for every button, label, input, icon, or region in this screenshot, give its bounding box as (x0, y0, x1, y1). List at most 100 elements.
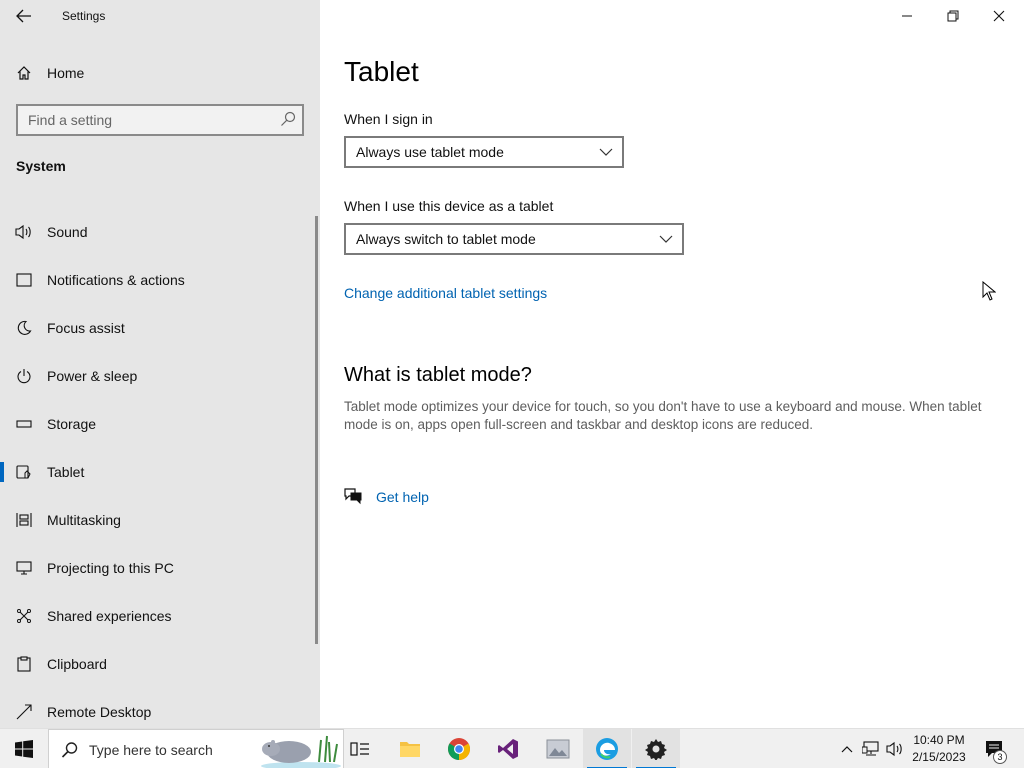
taskbar-search-placeholder: Type here to search (89, 742, 213, 758)
tablet-icon (15, 463, 33, 481)
close-icon (993, 10, 1005, 22)
section-heading: What is tablet mode? (344, 364, 532, 386)
notification-count-badge: 3 (993, 750, 1007, 764)
edge-button[interactable] (583, 729, 631, 768)
network-icon (862, 741, 879, 756)
windows-logo-icon (15, 740, 33, 758)
storage-icon (15, 415, 33, 433)
task-view-icon (350, 742, 369, 756)
app-title: Settings (62, 9, 106, 23)
sidebar-item-notifications[interactable]: Notifications & actions (0, 256, 314, 304)
sidebar-nav: Sound Notifications & actions Focus assi… (0, 208, 314, 736)
chrome-button[interactable] (435, 729, 483, 768)
help-chat-icon (344, 488, 362, 505)
sidebar-item-power-sleep[interactable]: Power & sleep (0, 352, 314, 400)
sidebar-item-storage[interactable]: Storage (0, 400, 314, 448)
sidebar-item-label: Notifications & actions (47, 272, 185, 288)
file-explorer-icon (400, 742, 420, 757)
sidebar-item-label: Focus assist (47, 320, 125, 336)
window-controls (884, 0, 1024, 32)
selection-indicator (0, 462, 4, 482)
multitasking-icon (15, 511, 33, 529)
sidebar-item-label: Tablet (47, 464, 85, 480)
volume-button[interactable] (884, 729, 906, 768)
sidebar-item-multitasking[interactable]: Multitasking (0, 496, 314, 544)
projecting-icon (15, 559, 33, 577)
restore-icon (947, 10, 959, 22)
get-help-link[interactable]: Get help (376, 489, 429, 505)
taskbar-search-box[interactable]: Type here to search (48, 729, 344, 768)
taskbar: Type here to search 10:40 PM 2/15/2023 3 (0, 728, 1024, 768)
tablet-use-label: When I use this device as a tablet (344, 198, 554, 214)
settings-window: Settings Home System Sound (0, 0, 1024, 768)
tablet-mode-description: Tablet mode optimizes your device for to… (344, 399, 982, 432)
close-button[interactable] (976, 0, 1022, 32)
sidebar-item-projecting[interactable]: Projecting to this PC (0, 544, 314, 592)
back-arrow-icon (16, 9, 31, 23)
moon-icon (15, 319, 33, 337)
sidebar: Settings Home System Sound (0, 0, 320, 728)
clock-time: 10:40 PM (913, 733, 965, 747)
chrome-icon (448, 738, 470, 760)
sidebar-item-sound[interactable]: Sound (0, 208, 314, 256)
mouse-cursor-icon (982, 281, 996, 301)
settings-search-box[interactable] (16, 104, 304, 136)
sidebar-item-shared-experiences[interactable]: Shared experiences (0, 592, 314, 640)
clock-date: 2/15/2023 (912, 750, 966, 764)
sidebar-item-label: Home (47, 65, 85, 81)
search-icon (61, 742, 78, 758)
search-input[interactable] (28, 111, 268, 129)
photos-icon (546, 739, 570, 759)
sidebar-item-label: Storage (47, 416, 97, 432)
file-explorer-button[interactable] (386, 729, 434, 768)
title-bar: Settings (0, 0, 320, 32)
sidebar-item-label: Multitasking (47, 512, 121, 528)
remote-desktop-icon (15, 703, 33, 721)
power-icon (15, 367, 33, 385)
tablet-use-value: Always switch to tablet mode (356, 231, 536, 247)
action-center-button[interactable]: 3 (978, 729, 1010, 768)
visual-studio-icon (498, 739, 518, 759)
sign-in-label: When I sign in (344, 111, 433, 127)
minimize-icon (902, 15, 912, 17)
home-icon (15, 64, 33, 82)
sidebar-item-label: Remote Desktop (47, 704, 152, 720)
search-icon[interactable] (280, 111, 296, 127)
photos-button[interactable] (534, 729, 582, 768)
sidebar-item-label: Power & sleep (47, 368, 138, 384)
network-button[interactable] (860, 729, 882, 768)
sidebar-item-label: Clipboard (47, 656, 107, 672)
sign-in-dropdown[interactable]: Always use tablet mode (344, 136, 624, 168)
settings-icon (645, 739, 667, 760)
additional-tablet-settings-link[interactable]: Change additional tablet settings (344, 285, 547, 301)
notification-icon (15, 271, 33, 289)
show-hidden-icons-button[interactable] (838, 729, 856, 768)
volume-icon (886, 741, 902, 757)
minimize-button[interactable] (884, 0, 930, 32)
sidebar-item-label: Sound (47, 224, 88, 240)
tablet-use-dropdown[interactable]: Always switch to tablet mode (344, 223, 684, 255)
taskbar-clock[interactable]: 10:40 PM 2/15/2023 (906, 732, 972, 766)
task-view-button[interactable] (336, 729, 384, 768)
sidebar-item-home[interactable]: Home (0, 56, 320, 90)
sidebar-item-clipboard[interactable]: Clipboard (0, 640, 314, 688)
sidebar-item-tablet[interactable]: Tablet (0, 448, 314, 496)
sidebar-scrollbar[interactable] (315, 216, 318, 644)
chevron-down-icon (659, 235, 673, 243)
speaker-icon (15, 223, 33, 241)
sidebar-item-label: Shared experiences (47, 608, 172, 624)
sidebar-item-focus-assist[interactable]: Focus assist (0, 304, 314, 352)
search-highlight-hippo-image (261, 735, 341, 768)
visual-studio-button[interactable] (484, 729, 532, 768)
restore-button[interactable] (930, 0, 976, 32)
settings-taskbar-button[interactable] (632, 729, 680, 768)
back-button[interactable] (8, 2, 40, 30)
start-button[interactable] (0, 729, 48, 768)
chevron-down-icon (599, 148, 613, 156)
edge-icon (596, 738, 618, 760)
page-title: Tablet (344, 56, 419, 87)
clipboard-icon (15, 655, 33, 673)
section-title: System (16, 158, 66, 174)
sign-in-value: Always use tablet mode (356, 144, 504, 160)
sidebar-item-label: Projecting to this PC (47, 560, 174, 576)
